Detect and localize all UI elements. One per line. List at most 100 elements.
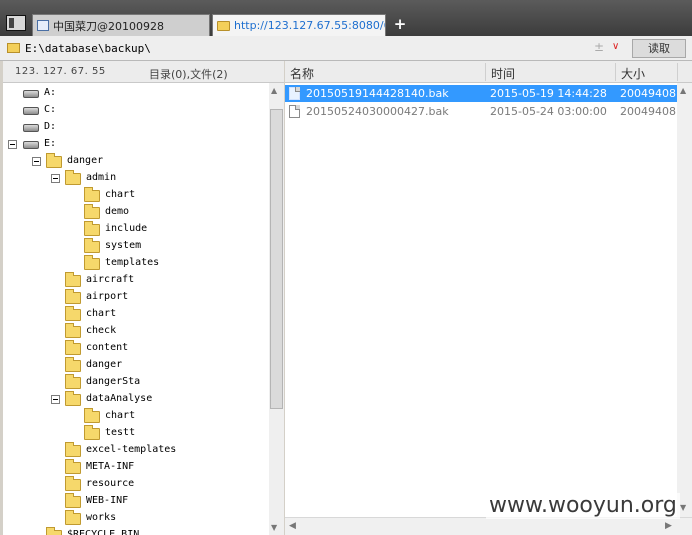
tree-folder-item[interactable]: include [3,221,269,238]
tree-folder-item[interactable]: testt [3,425,269,442]
collapse-toggle-icon[interactable] [51,174,60,183]
bookmark-icon[interactable]: ± [594,40,604,54]
read-button[interactable]: 读取 [632,39,686,58]
tree-scrollbar[interactable]: ▲ ▼ [269,83,284,535]
tree-folder-item[interactable]: chart [3,306,269,323]
file-row[interactable]: 20150524030000427.bak 2015-05-24 03:00:00… [285,103,689,120]
tree-item-label: danger [67,155,104,166]
column-divider[interactable] [615,63,616,81]
path-input[interactable] [25,40,590,57]
tree-folder-item[interactable]: $RECYCLE.BIN [3,527,269,535]
scroll-down-icon[interactable]: ▼ [271,523,277,532]
tree-item-label: dangerSta [86,376,141,387]
tree-drive-item[interactable]: C: [3,102,269,119]
tree-item-label: templates [105,257,160,268]
scroll-up-icon[interactable]: ▲ [271,86,277,95]
folder-icon [65,272,81,287]
tree-folder-item[interactable]: dataAnalyse [3,391,269,408]
chevron-down-icon[interactable]: ∨ [612,41,619,52]
collapse-toggle-icon[interactable] [8,140,17,149]
column-divider[interactable] [485,63,486,81]
column-divider[interactable] [677,63,678,81]
new-tab-button[interactable]: + [393,16,407,32]
tree-folder-item[interactable]: content [3,340,269,357]
file-name: 20150524030000427.bak [306,105,449,118]
folder-icon [217,20,230,31]
tree-item-label: $RECYCLE.BIN [67,529,140,535]
tree-folder-item[interactable]: airport [3,289,269,306]
drive-icon [23,124,39,132]
scroll-left-icon[interactable]: ◀ [289,521,296,531]
app-menu-icon[interactable] [6,15,26,31]
tab-bar: 中国菜刀@20100928 http://123.127.67.55:8080/… [0,0,692,36]
tab-caidao[interactable]: 中国菜刀@20100928 [32,14,210,36]
tree-item-label: chart [105,189,136,200]
folder-icon [46,153,62,168]
tree-folder-item[interactable]: templates [3,255,269,272]
tree-item-label: chart [86,308,117,319]
tree-folder-item[interactable]: demo [3,204,269,221]
scroll-right-icon[interactable]: ▶ [665,521,672,531]
column-time[interactable]: 时间 [491,65,515,82]
tree-folder-item[interactable]: admin [3,170,269,187]
tree-drive-item[interactable]: D: [3,119,269,136]
tree-folder-item[interactable]: danger [3,153,269,170]
tree-item-label: testt [105,427,136,438]
tree-folder-item[interactable]: check [3,323,269,340]
tree-folder-item[interactable]: works [3,510,269,527]
tree-item-label: include [105,223,148,234]
tree-folder-item[interactable]: aircraft [3,272,269,289]
column-size[interactable]: 大小 [621,65,645,82]
tree-item-label: airport [86,291,129,302]
directory-tree-pane: 123. 127. 67. 55 目录(0),文件(2) A: C: D: E: dan… [3,61,284,535]
tab-url[interactable]: http://123.127.67.55:8080/6.... [212,14,386,36]
scroll-up-icon[interactable]: ▲ [680,86,686,95]
file-time: 2015-05-24 03:00:00 [490,105,607,118]
drive-icon [23,90,39,98]
collapse-toggle-icon[interactable] [32,157,41,166]
tree-folder-item[interactable]: danger [3,357,269,374]
drive-icon [23,107,39,115]
folder-icon [65,170,81,185]
address-bar: ± ∨ 读取 [0,36,692,61]
tree-folder-item[interactable]: dangerSta [3,374,269,391]
tree-folder-item[interactable]: META-INF [3,459,269,476]
folder-icon [84,425,100,440]
drive-icon [23,141,39,149]
tree-item-label: META-INF [86,461,135,472]
folder-icon [84,204,100,219]
folder-icon [65,476,81,491]
tree-folder-item[interactable]: chart [3,408,269,425]
file-name: 20150519144428140.bak [306,87,449,100]
tree-folder-item[interactable]: excel-templates [3,442,269,459]
folder-icon [84,221,100,236]
tree-item-label: E: [44,138,57,149]
collapse-toggle-icon[interactable] [51,395,60,404]
folder-icon [65,510,81,525]
tree-drive-item[interactable]: E: [3,136,269,153]
tree-folder-item[interactable]: chart [3,187,269,204]
tab-label: http://123.127.67.55:8080/6.... [234,19,385,32]
tree-item-label: D: [44,121,57,132]
scroll-thumb[interactable] [270,109,283,409]
tree-folder-item[interactable]: system [3,238,269,255]
tab-label: 中国菜刀@20100928 [53,19,164,33]
folder-icon [84,187,100,202]
folder-icon [65,459,81,474]
folder-icon [84,255,100,270]
file-list-scrollbar[interactable]: ▲ ▼ [677,83,692,517]
folder-icon [65,340,81,355]
tree-folder-item[interactable]: resource [3,476,269,493]
folder-icon [65,442,81,457]
file-row[interactable]: 20150519144428140.bak 2015-05-19 14:44:28… [285,85,689,102]
tree-drive-item[interactable]: A: [3,85,269,102]
file-icon [289,105,300,118]
folder-icon [46,527,62,535]
file-icon [289,87,300,100]
file-list-hscrollbar[interactable]: ◀ ▶ [285,517,692,535]
tree-folder-item[interactable]: WEB-INF [3,493,269,510]
tree-item-label: aircraft [86,274,135,285]
tree-item-label: chart [105,410,136,421]
column-name[interactable]: 名称 [290,65,314,82]
scroll-down-icon[interactable]: ▼ [680,503,686,512]
